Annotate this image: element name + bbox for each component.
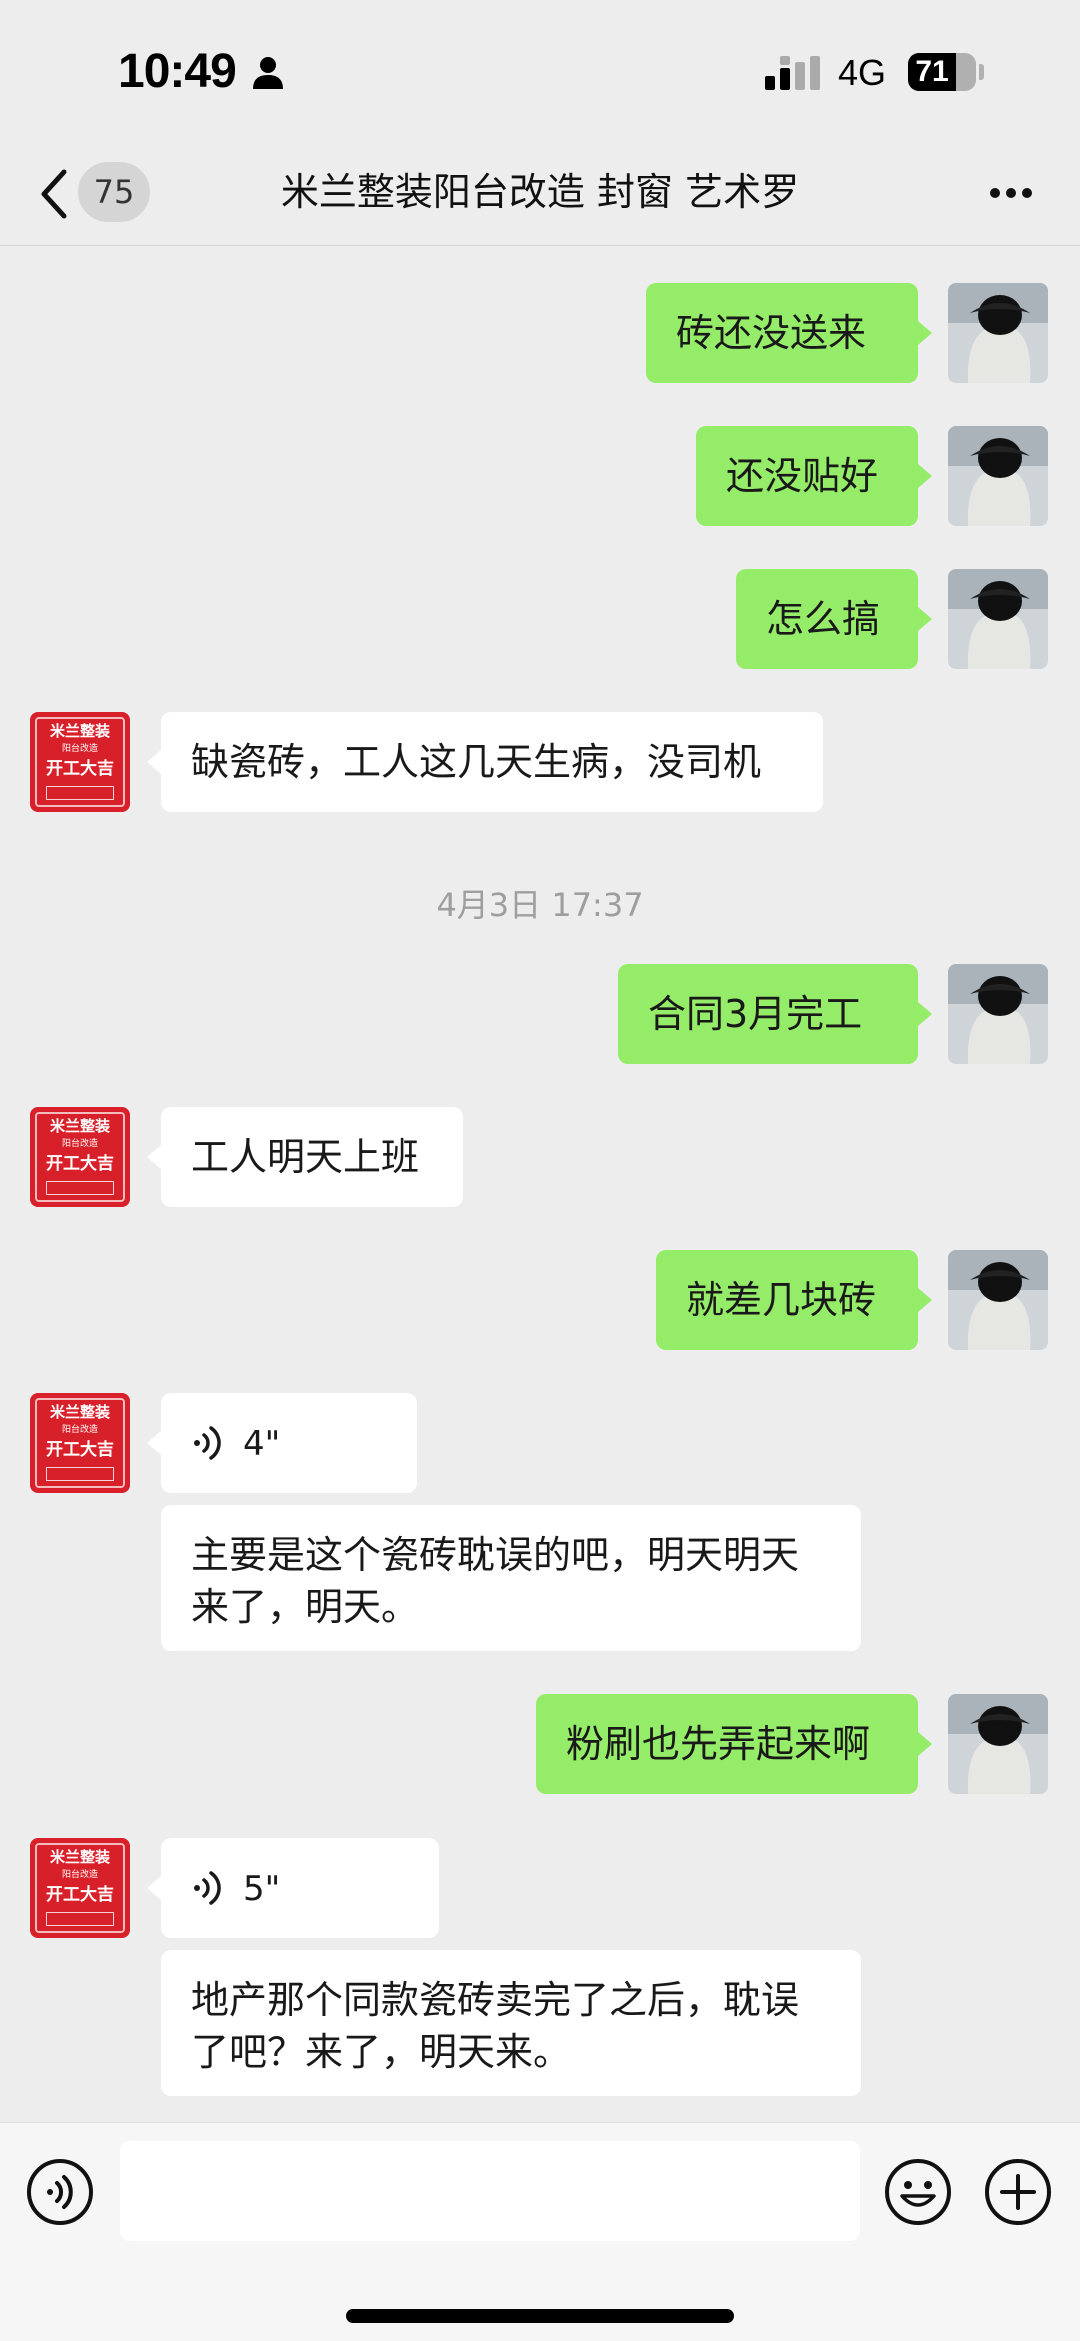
avatar-decoration xyxy=(46,786,114,800)
message-bubble-sent[interactable]: 粉刷也先弄起来啊 xyxy=(536,1694,918,1794)
message-bubble-received[interactable]: 缺瓷砖，工人这几天生病，没司机 xyxy=(161,712,823,812)
message-bubble-sent[interactable]: 就差几块砖 xyxy=(656,1250,918,1350)
chevron-left-icon[interactable] xyxy=(36,166,72,222)
chat-title: 米兰整装阳台改造 封窗 艺术罗 xyxy=(280,170,800,214)
battery-level: 71 xyxy=(915,55,949,88)
bubble-tail xyxy=(918,1002,932,1026)
message-bubble-received[interactable]: 工人明天上班 xyxy=(161,1107,463,1207)
emoji-icon[interactable] xyxy=(884,2158,952,2226)
voice-duration: 5" xyxy=(243,1869,281,1909)
unread-count-badge[interactable]: 75 xyxy=(78,162,150,222)
voice-message-bubble[interactable]: 5" xyxy=(161,1838,439,1938)
user-avatar-image xyxy=(948,426,1048,526)
avatar-sub-text: 阳台改造 xyxy=(61,1425,98,1435)
user-avatar-image xyxy=(948,283,1048,383)
bubble-tail xyxy=(918,321,932,345)
avatar-decoration xyxy=(46,1181,114,1195)
message-bubble-sent[interactable]: 怎么搞 xyxy=(736,569,918,669)
message-bubble-received[interactable]: 主要是这个瓷砖耽误的吧，明天明天 来了，明天。 xyxy=(161,1505,861,1651)
bubble-tail xyxy=(918,1288,932,1312)
message-bubble-sent[interactable]: 还没贴好 xyxy=(696,426,918,526)
message-input[interactable] xyxy=(120,2141,860,2241)
avatar[interactable] xyxy=(948,569,1048,669)
avatar-brand-text: 米兰整装 xyxy=(49,1117,110,1135)
avatar-sub-text: 阳台改造 xyxy=(61,744,98,754)
voice-playback-icon xyxy=(194,1871,221,1905)
avatar[interactable]: 米兰整装 阳台改造 开工大吉 xyxy=(30,1107,130,1207)
avatar[interactable]: 米兰整装 阳台改造 开工大吉 xyxy=(30,712,130,812)
user-avatar-image xyxy=(948,964,1048,1064)
cellular-signal-icon xyxy=(765,56,820,90)
avatar-slogan-text: 开工大吉 xyxy=(46,759,114,779)
voice-playback-icon xyxy=(194,1426,221,1460)
avatar[interactable] xyxy=(948,964,1048,1064)
message-bubble-sent[interactable]: 合同3月完工 xyxy=(618,964,918,1064)
status-bar: 10:49 4G 71 xyxy=(0,0,1080,148)
avatar[interactable]: 米兰整装 阳台改造 开工大吉 xyxy=(30,1393,130,1493)
voice-message-bubble[interactable]: 4" xyxy=(161,1393,417,1493)
plus-icon[interactable] xyxy=(984,2158,1052,2226)
user-avatar-image xyxy=(948,569,1048,669)
more-dots-icon[interactable] xyxy=(988,178,1034,208)
avatar-brand-text: 米兰整装 xyxy=(49,1848,110,1866)
network-type: 4G xyxy=(838,52,887,93)
user-avatar-image xyxy=(948,1694,1048,1794)
avatar-sub-text: 阳台改造 xyxy=(61,1139,98,1149)
timestamp: 4月3日 17:37 xyxy=(436,886,644,924)
status-time: 10:49 xyxy=(118,45,237,98)
avatar-sub-text: 阳台改造 xyxy=(61,1870,98,1880)
battery-cap xyxy=(979,64,984,80)
avatar-decoration xyxy=(46,1912,114,1926)
bubble-tail xyxy=(147,750,161,774)
bubble-tail xyxy=(147,1145,161,1169)
voice-duration: 4" xyxy=(243,1424,281,1464)
chat-header: 75 米兰整装阳台改造 封窗 艺术罗 xyxy=(0,148,1080,246)
avatar[interactable] xyxy=(948,283,1048,383)
bubble-tail xyxy=(918,1732,932,1756)
person-icon xyxy=(253,57,283,89)
avatar-decoration xyxy=(46,1467,114,1481)
avatar[interactable] xyxy=(948,426,1048,526)
bubble-tail xyxy=(918,464,932,488)
user-avatar-image xyxy=(948,1250,1048,1350)
avatar-slogan-text: 开工大吉 xyxy=(46,1440,114,1460)
message-bubble-received[interactable]: 地产那个同款瓷砖卖完了之后，耽误 了吧？来了，明天来。 xyxy=(161,1950,861,2096)
bubble-tail xyxy=(147,1876,161,1900)
avatar-brand-text: 米兰整装 xyxy=(49,722,110,740)
home-indicator xyxy=(346,2309,734,2323)
message-bubble-sent[interactable]: 砖还没送来 xyxy=(646,283,918,383)
avatar-slogan-text: 开工大吉 xyxy=(46,1885,114,1905)
avatar[interactable] xyxy=(948,1250,1048,1350)
bubble-tail xyxy=(918,607,932,631)
avatar[interactable] xyxy=(948,1694,1048,1794)
avatar-brand-text: 米兰整装 xyxy=(49,1403,110,1421)
voice-input-icon[interactable] xyxy=(26,2158,94,2226)
avatar-slogan-text: 开工大吉 xyxy=(46,1154,114,1174)
avatar[interactable]: 米兰整装 阳台改造 开工大吉 xyxy=(30,1838,130,1938)
battery-indicator: 71 xyxy=(908,53,976,91)
bubble-tail xyxy=(147,1431,161,1455)
